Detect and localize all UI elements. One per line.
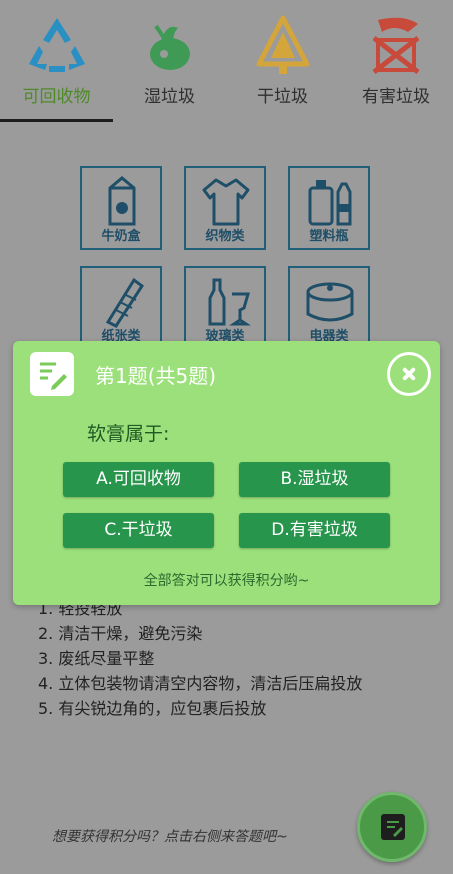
paper-icon <box>105 277 145 328</box>
active-tab-indicator <box>0 119 113 122</box>
category-tabs: 可回收物 湿垃圾 干垃圾 有害垃圾 <box>0 0 453 124</box>
quiz-hint: 想要获得积分吗？点击右侧来答题吧~ <box>52 829 288 845</box>
option-a-button[interactable]: A.可回收物 <box>63 462 214 497</box>
option-b-button[interactable]: B.湿垃圾 <box>239 462 390 497</box>
appliance-icon <box>306 282 354 322</box>
tab-hazardous-label: 有害垃圾 <box>362 87 430 107</box>
recycle-icon <box>25 14 89 80</box>
glass-icon <box>208 278 251 326</box>
dry-waste-icon <box>251 14 315 80</box>
grid-item-paper[interactable]: 纸张类 <box>80 266 162 350</box>
hazardous-icon <box>364 14 428 80</box>
grid-item-plastic-bottle[interactable]: 塑料瓶 <box>288 166 370 250</box>
quiz-question: 软膏属于: <box>87 423 170 445</box>
grid-item-label: 塑料瓶 <box>309 229 349 244</box>
milk-carton-icon <box>108 176 136 226</box>
grid-item-milk-carton[interactable]: 牛奶盒 <box>80 166 162 250</box>
plastic-bottle-icon <box>308 180 352 226</box>
close-icon[interactable] <box>387 352 431 396</box>
grid-item-clothing[interactable]: 织物类 <box>184 166 266 250</box>
quiz-dialog: 第1题(共5题) 软膏属于: A.可回收物 B.湿垃圾 C.干垃圾 D.有害垃圾… <box>13 341 440 605</box>
tab-recyclable-label: 可回收物 <box>22 87 91 107</box>
grid-item-label: 牛奶盒 <box>101 229 141 244</box>
tab-wet-waste[interactable]: 湿垃圾 <box>113 0 226 120</box>
tab-recyclable[interactable]: 可回收物 <box>0 0 113 120</box>
quiz-title: 第1题(共5题) <box>95 364 217 388</box>
tab-dry-waste-label: 干垃圾 <box>257 87 308 107</box>
clothing-icon <box>202 178 250 226</box>
grid-item-label: 织物类 <box>205 229 245 244</box>
grid-item-appliance[interactable]: 电器类 <box>288 266 370 350</box>
disposal-rules: 1. 轻投轻放 2. 清洁干燥，避免污染 3. 废纸尽量平整 4. 立体包装物请… <box>38 596 362 721</box>
grid-item-glass[interactable]: 玻璃类 <box>184 266 266 350</box>
rule-item: 2. 清洁干燥，避免污染 <box>38 624 203 643</box>
option-c-button[interactable]: C.干垃圾 <box>63 513 214 548</box>
quiz-fab-button[interactable] <box>357 792 427 862</box>
wet-waste-icon <box>138 14 202 80</box>
rule-item: 5. 有尖锐边角的，应包裹后投放 <box>38 699 267 718</box>
tab-dry-waste[interactable]: 干垃圾 <box>226 0 339 120</box>
rule-item: 3. 废纸尽量平整 <box>38 649 155 668</box>
tab-wet-waste-label: 湿垃圾 <box>144 87 195 107</box>
edit-note-icon <box>381 814 405 840</box>
option-d-button[interactable]: D.有害垃圾 <box>239 513 390 548</box>
note-icon <box>30 352 74 396</box>
rule-item: 4. 立体包装物请清空内容物，清洁后压扁投放 <box>38 674 363 693</box>
tab-hazardous[interactable]: 有害垃圾 <box>339 0 453 120</box>
quiz-footer-text: 全部答对可以获得积分哟~ <box>143 573 310 589</box>
